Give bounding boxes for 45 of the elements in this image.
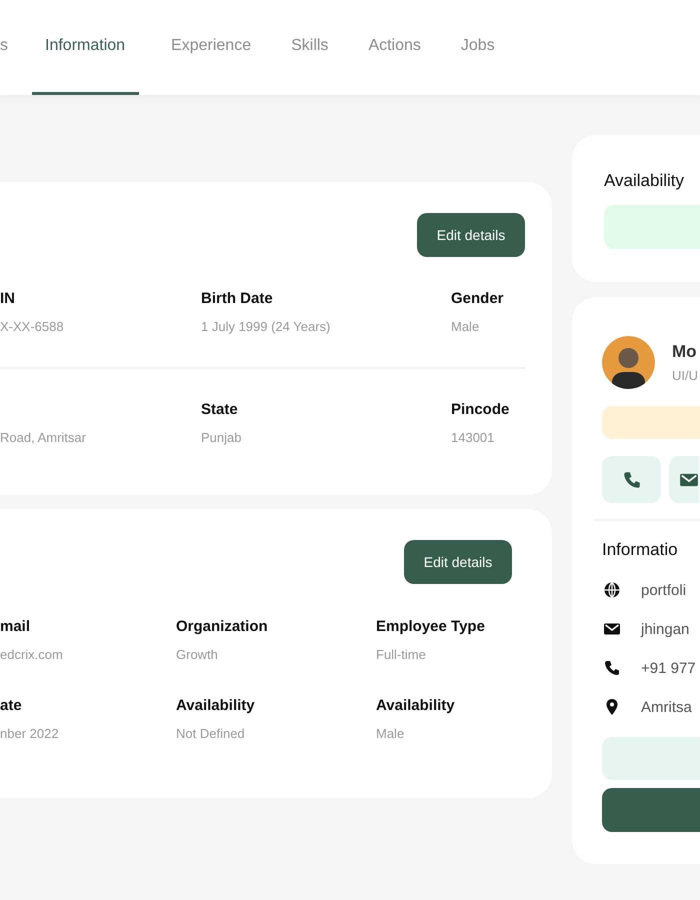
tab[interactable]: Experience <box>151 0 272 95</box>
field-value: Male <box>376 726 404 741</box>
field-label: Organization <box>176 618 268 635</box>
contact-text: +91 977 <box>641 660 696 676</box>
field-label: Gender <box>451 290 504 307</box>
field-label: IN <box>0 290 15 307</box>
tab[interactable]: Jobs <box>440 0 515 95</box>
field-label: State <box>201 401 238 418</box>
email-button[interactable] <box>669 456 699 503</box>
card-title: Availability <box>604 171 686 191</box>
field-label: mail <box>0 618 30 635</box>
field-label: Availability <box>176 697 255 714</box>
globe-icon <box>603 581 621 599</box>
tab[interactable]: Skills <box>271 0 348 95</box>
edit-details-button[interactable]: Edit details <box>417 213 525 257</box>
field-value: Full-time <box>376 647 426 662</box>
field-label: Availability <box>376 697 455 714</box>
contact-text: jhingan <box>641 620 690 638</box>
profile-name: Mo <box>672 342 698 362</box>
field-value: Male <box>451 319 480 334</box>
call-button[interactable] <box>602 456 661 503</box>
field-value: Road, Amritsar <box>0 430 86 445</box>
field-value: X-XX-6588 <box>0 319 64 334</box>
field-value: edcrix.com <box>0 647 63 662</box>
field-value: nber 2022 <box>0 726 59 741</box>
field-value: Punjab <box>201 430 242 445</box>
profile-role: UI/U <box>672 368 698 383</box>
field-value: 1 July 1999 (24 Years) <box>201 319 330 334</box>
phone-icon <box>622 470 642 490</box>
section-title: Informatio <box>602 540 679 560</box>
edit-details-button[interactable]: Edit details <box>404 540 512 584</box>
avatar <box>602 336 655 389</box>
field-label: ate <box>0 697 22 714</box>
field-label: Pincode <box>451 401 510 418</box>
field-value: 143001 <box>451 430 494 445</box>
contact-text: Amritsa <box>641 698 692 716</box>
tab[interactable]: Information <box>32 0 140 95</box>
tab[interactable]: Actions <box>348 0 441 95</box>
field-label: Employee Type <box>376 618 485 635</box>
tab[interactable]: s <box>0 0 32 95</box>
field-value: Growth <box>176 647 218 662</box>
contact-text: portfoli <box>641 582 686 598</box>
field-label: Birth Date <box>201 290 273 307</box>
field-value: Not Defined <box>176 726 245 741</box>
phone-icon <box>603 659 621 677</box>
